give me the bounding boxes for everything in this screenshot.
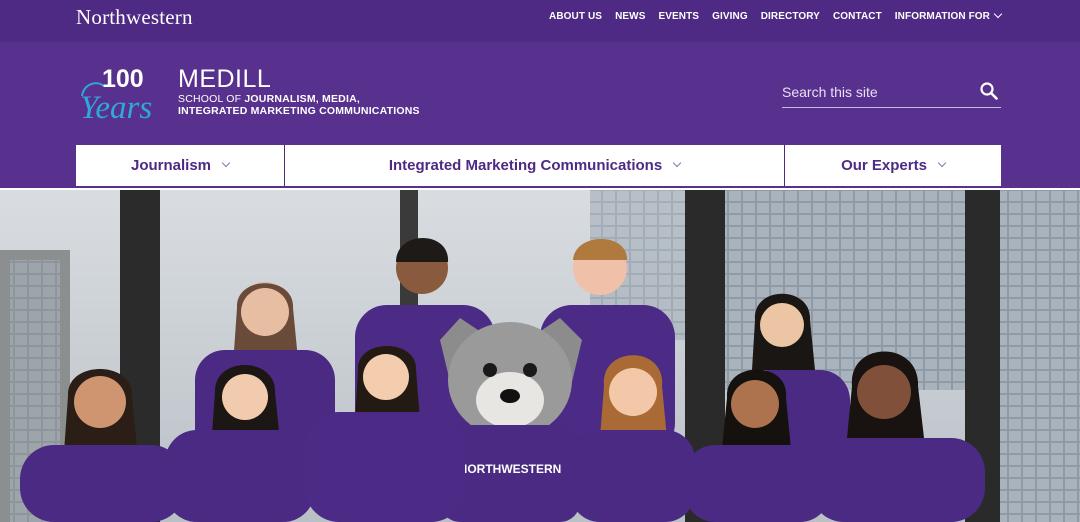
logo-number: 100 xyxy=(102,65,144,93)
group-photo: NORTHWESTERN xyxy=(0,190,1080,522)
search-input[interactable] xyxy=(782,80,972,104)
nav-item-imc[interactable]: Integrated Marketing Communications xyxy=(285,145,785,186)
chevron-down-icon xyxy=(993,9,1003,19)
school-name[interactable]: MEDILL xyxy=(178,65,271,94)
search-icon[interactable] xyxy=(980,82,998,100)
school-line1-bold: JOURNALISM, MEDIA, xyxy=(244,93,360,105)
utility-link-directory[interactable]: DIRECTORY xyxy=(761,11,820,22)
search-box xyxy=(782,80,1001,108)
chevron-down-icon xyxy=(221,158,231,167)
medill-100-years-logo[interactable]: 100 Years xyxy=(78,60,174,126)
mascot-shirt-text: NORTHWESTERN xyxy=(459,462,562,476)
utility-link-news[interactable]: NEWS xyxy=(615,11,645,22)
utility-link-about-us[interactable]: ABOUT US xyxy=(549,11,602,22)
utility-link-contact[interactable]: CONTACT xyxy=(833,11,882,22)
utility-nav: ABOUT US NEWS EVENTS GIVING DIRECTORY CO… xyxy=(549,9,1003,22)
school-description: SCHOOL OF JOURNALISM, MEDIA, INTEGRATED … xyxy=(178,93,420,117)
utility-link-events[interactable]: EVENTS xyxy=(658,11,699,22)
nav-item-label: Integrated Marketing Communications xyxy=(388,157,663,174)
hero-image: NORTHWESTERN xyxy=(0,190,1080,522)
nav-item-journalism[interactable]: Journalism xyxy=(76,145,285,186)
nav-item-label: Our Experts xyxy=(841,157,927,174)
northwestern-logo[interactable]: Northwestern xyxy=(76,5,193,30)
school-line2: INTEGRATED MARKETING COMMUNICATIONS xyxy=(178,105,420,117)
logo-word: Years xyxy=(80,90,152,126)
chevron-down-icon xyxy=(937,158,947,167)
utility-bar: Northwestern ABOUT US NEWS EVENTS GIVING… xyxy=(0,0,1080,42)
school-line1-prefix: SCHOOL OF xyxy=(178,93,245,105)
main-nav: Journalism Integrated Marketing Communic… xyxy=(76,145,1001,186)
chevron-down-icon xyxy=(672,158,682,167)
nav-item-label: Journalism xyxy=(130,157,212,174)
utility-link-giving[interactable]: GIVING xyxy=(712,11,748,22)
nav-item-our-experts[interactable]: Our Experts xyxy=(785,145,1001,186)
information-for-label: INFORMATION FOR xyxy=(894,11,990,22)
utility-link-information-for[interactable]: INFORMATION FOR xyxy=(894,9,1003,22)
